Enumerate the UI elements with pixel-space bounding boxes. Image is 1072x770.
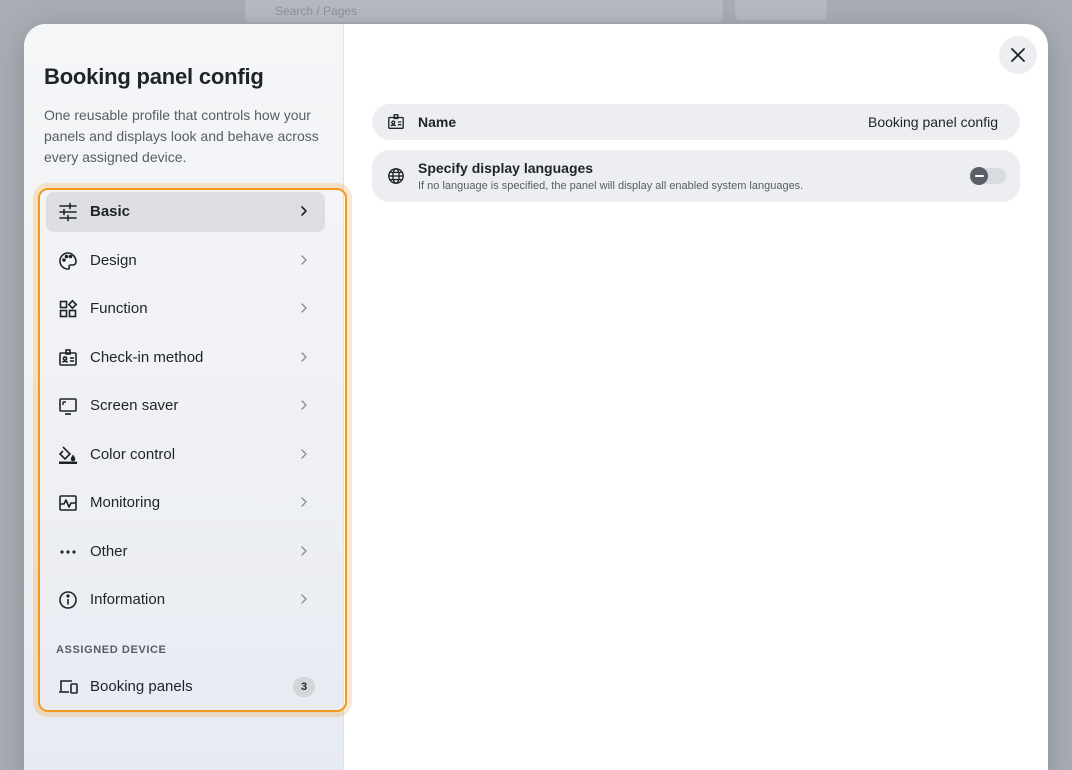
sliders-icon bbox=[58, 202, 78, 222]
info-icon bbox=[58, 590, 78, 610]
nav-label: Other bbox=[90, 543, 128, 560]
nav-item-other[interactable]: Other bbox=[46, 532, 325, 572]
nav-item-monitoring[interactable]: Monitoring bbox=[46, 483, 325, 523]
config-modal: Booking panel config One reusable profil… bbox=[24, 24, 1048, 770]
nav-item-information[interactable]: Information bbox=[46, 580, 325, 620]
close-button[interactable] bbox=[999, 36, 1037, 74]
chevron-right-icon bbox=[301, 497, 307, 507]
chevron-right-icon bbox=[301, 546, 307, 556]
name-label: Name bbox=[418, 114, 457, 130]
nav-label: Screen saver bbox=[90, 397, 179, 414]
name-value: Booking panel config bbox=[868, 114, 998, 130]
background-button bbox=[735, 0, 827, 20]
devices-icon bbox=[58, 677, 78, 697]
name-setting-row[interactable]: Name Booking panel config bbox=[372, 104, 1020, 140]
chevron-right-icon bbox=[301, 206, 307, 216]
nav-label: Booking panels bbox=[90, 678, 193, 695]
id-badge-icon bbox=[58, 348, 78, 368]
monitor-icon bbox=[58, 396, 78, 416]
nav-item-function[interactable]: Function bbox=[46, 289, 325, 329]
nav-label: Function bbox=[90, 300, 148, 317]
nav-label: Color control bbox=[90, 446, 176, 463]
palette-icon bbox=[58, 251, 78, 271]
nav-item-basic[interactable]: Basic bbox=[46, 192, 325, 232]
nav-item-check-in-method[interactable]: Check-in method bbox=[46, 338, 325, 378]
chevron-right-icon bbox=[301, 255, 307, 265]
nav-label: Check-in method bbox=[90, 349, 204, 366]
languages-label: Specify display languages bbox=[418, 160, 594, 176]
minus-icon bbox=[974, 175, 984, 177]
page-description: One reusable profile that controls how y… bbox=[44, 107, 319, 165]
page-title: Booking panel config bbox=[44, 64, 264, 89]
nav-label: Design bbox=[90, 252, 137, 269]
config-nav: Basic Design Function Check-in method Sc… bbox=[38, 188, 347, 712]
paint-bucket-icon bbox=[58, 445, 78, 465]
chevron-right-icon bbox=[301, 400, 307, 410]
nav-item-booking-panels[interactable]: Booking panels 3 bbox=[46, 667, 325, 707]
chevron-right-icon bbox=[301, 352, 307, 362]
nav-label: Monitoring bbox=[90, 494, 161, 511]
chevron-right-icon bbox=[301, 594, 307, 604]
chevron-right-icon bbox=[301, 303, 307, 313]
section-label-assigned-device: ASSIGNED DEVICE bbox=[56, 644, 167, 656]
more-dots-icon bbox=[58, 542, 78, 562]
toggle-knob bbox=[970, 167, 988, 185]
widgets-icon bbox=[58, 299, 78, 319]
nav-item-design[interactable]: Design bbox=[46, 241, 325, 281]
close-icon bbox=[1011, 48, 1025, 62]
config-sidebar: Booking panel config One reusable profil… bbox=[24, 24, 347, 770]
background-search: Search / Pages bbox=[245, 0, 723, 22]
globe-icon bbox=[386, 166, 406, 186]
count-badge: 3 bbox=[293, 677, 315, 697]
chevron-right-icon bbox=[301, 449, 307, 459]
nav-item-color-control[interactable]: Color control bbox=[46, 435, 325, 475]
nav-label: Information bbox=[90, 591, 166, 608]
pulse-icon bbox=[58, 493, 78, 513]
languages-toggle[interactable] bbox=[970, 167, 1006, 185]
languages-setting-row: Specify display languages If no language… bbox=[372, 150, 1020, 202]
id-badge-icon bbox=[386, 112, 406, 132]
nav-item-screen-saver[interactable]: Screen saver bbox=[46, 386, 325, 426]
nav-label: Basic bbox=[90, 203, 131, 220]
languages-description: If no language is specified, the panel w… bbox=[418, 180, 804, 192]
